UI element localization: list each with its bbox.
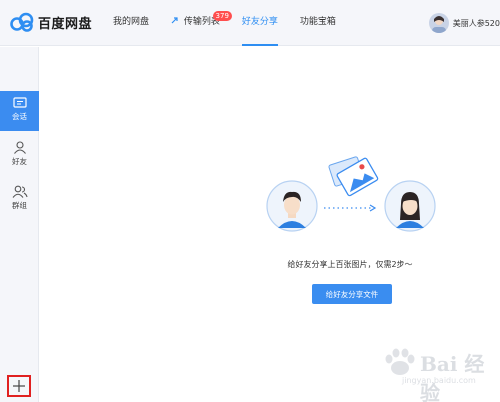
cloud-logo-icon bbox=[10, 12, 34, 32]
app-logo[interactable]: 百度网盘 bbox=[10, 11, 92, 33]
sidebar-item-label: 好友 bbox=[12, 157, 27, 166]
chat-icon bbox=[12, 97, 27, 108]
sidebar: 会话 好友 群组 bbox=[0, 47, 39, 402]
photos-icon bbox=[328, 156, 379, 197]
paw-logo-icon bbox=[385, 348, 415, 375]
add-conversation-button[interactable] bbox=[7, 375, 31, 397]
sender-avatar-icon bbox=[266, 180, 318, 232]
top-bar: 百度网盘 我的网盘 传输列表 379 好友分享 功能宝箱 美丽人参520 bbox=[0, 0, 500, 46]
sidebar-item-groups[interactable]: 群组 bbox=[0, 179, 39, 219]
nav-item-friend-share[interactable]: 好友分享 bbox=[241, 0, 278, 46]
sidebar-item-friends[interactable]: 好友 bbox=[0, 135, 39, 175]
watermark: Bai 经验 jingyan.baidu.com bbox=[380, 346, 490, 402]
nav-item-label: 好友分享 bbox=[241, 17, 278, 27]
nav-item-toolbox[interactable]: 功能宝箱 bbox=[300, 0, 336, 46]
group-icon bbox=[12, 185, 28, 198]
nav-item-label: 我的网盘 bbox=[113, 17, 150, 27]
nav-item-transfers[interactable]: 传输列表 379 bbox=[171, 0, 232, 46]
app-name: 百度网盘 bbox=[38, 16, 93, 32]
plus-icon bbox=[13, 380, 25, 392]
sidebar-item-label: 群组 bbox=[12, 201, 27, 210]
user-name: 美丽人参520 bbox=[452, 18, 500, 28]
share-hint-text: 给好友分享上百张图片，仅需2步～ bbox=[287, 260, 413, 269]
user-avatar-icon bbox=[431, 16, 446, 33]
transfer-count-badge: 379 bbox=[212, 11, 232, 21]
friend-icon bbox=[13, 141, 26, 154]
share-illustration bbox=[266, 156, 436, 232]
nav-item-label: 功能宝箱 bbox=[299, 17, 336, 27]
transfer-arrows-icon bbox=[171, 17, 178, 24]
share-file-button[interactable]: 给好友分享文件 bbox=[312, 284, 392, 304]
sidebar-item-chat[interactable]: 会话 bbox=[0, 91, 39, 131]
user-avatar bbox=[428, 13, 449, 33]
receiver-avatar-icon bbox=[384, 180, 436, 232]
nav-item-my-drive[interactable]: 我的网盘 bbox=[113, 0, 149, 46]
main-nav: 我的网盘 传输列表 379 好友分享 功能宝箱 bbox=[113, 0, 358, 46]
watermark-url: jingyan.baidu.com bbox=[402, 376, 476, 385]
watermark-text: Bai 经验 bbox=[420, 352, 485, 402]
user-menu[interactable]: 美丽人参520 bbox=[428, 12, 500, 34]
sidebar-item-label: 会话 bbox=[12, 112, 27, 121]
dotted-arrow-icon bbox=[324, 204, 377, 212]
